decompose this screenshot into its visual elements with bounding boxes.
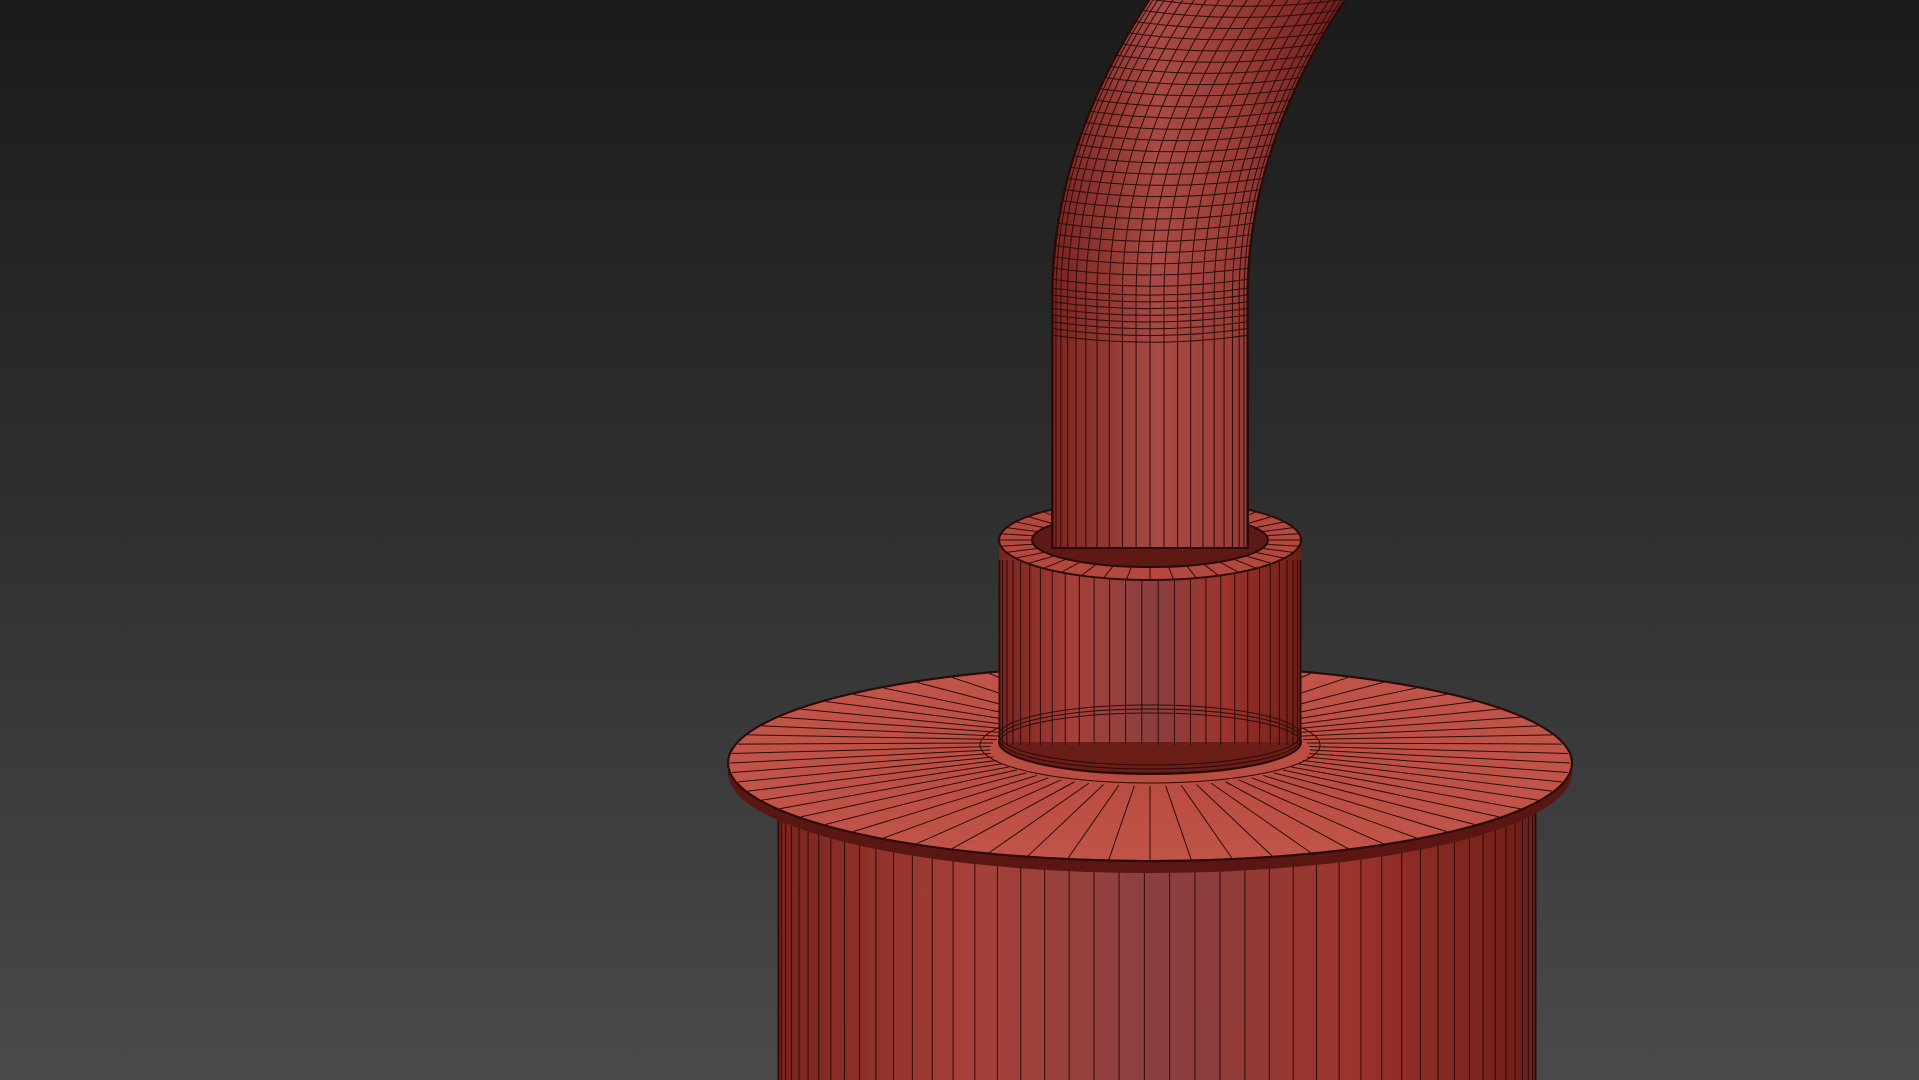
3d-viewport[interactable]: [0, 0, 1919, 1080]
wireframe-model[interactable]: [0, 0, 1919, 1080]
curved-tube[interactable]: [1051, 0, 1353, 549]
